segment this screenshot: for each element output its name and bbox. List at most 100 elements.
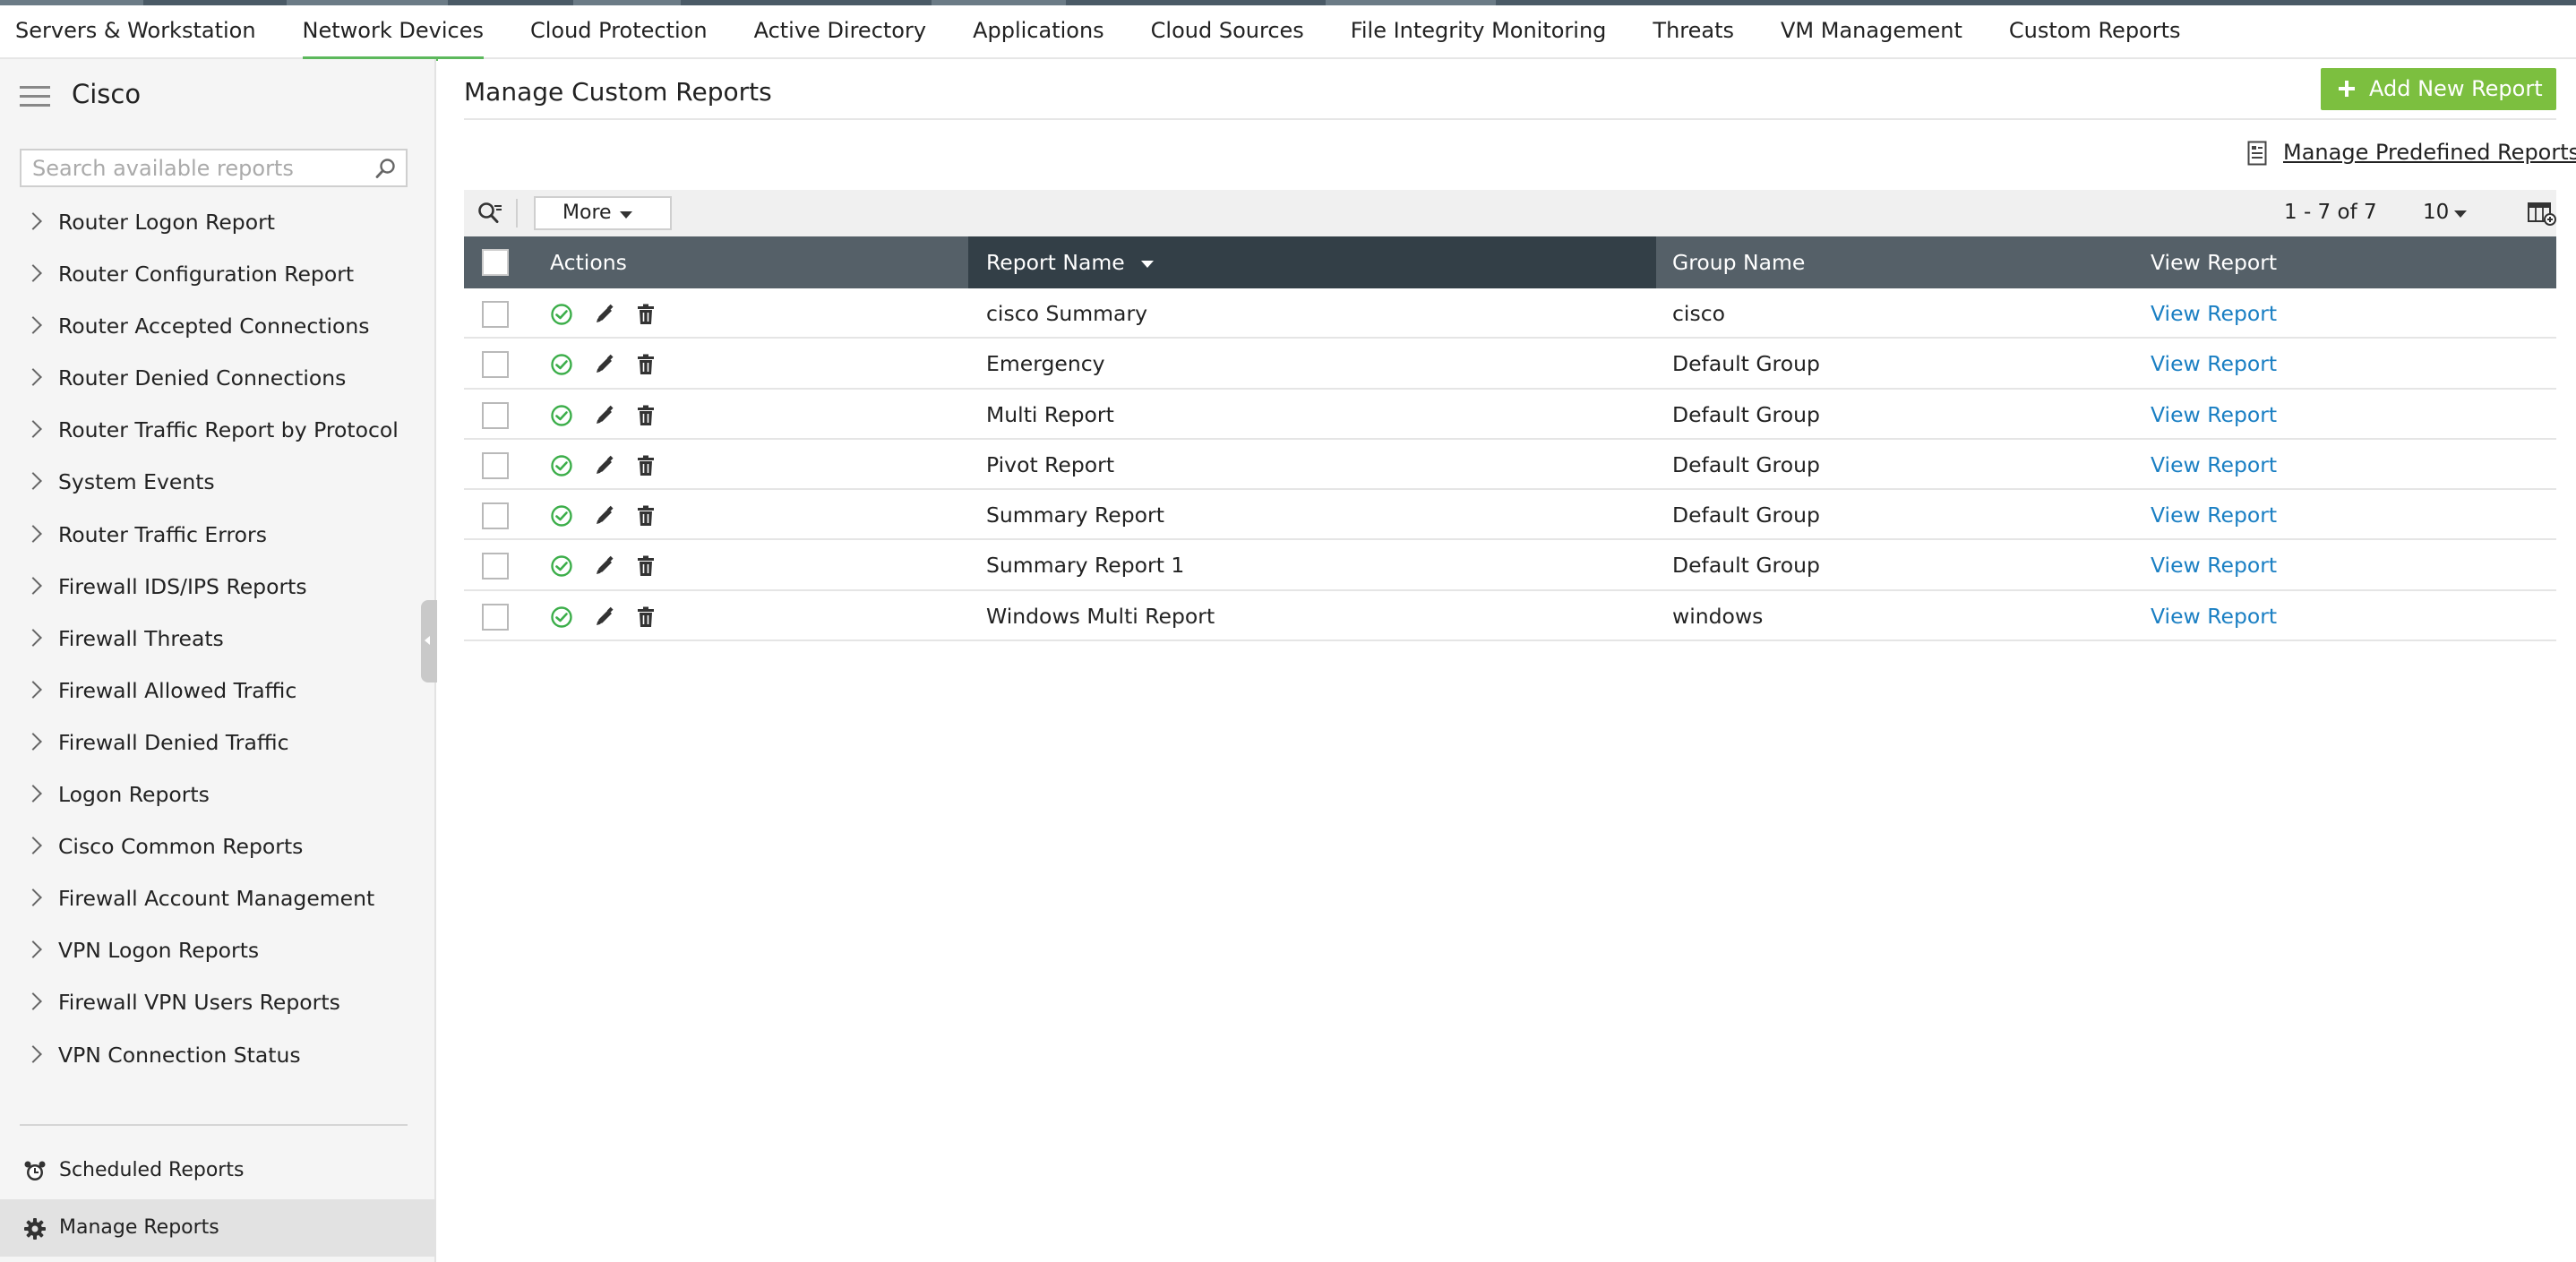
sidebar-item-label: Router Accepted Connections [58,313,370,339]
sidebar-item-router-accepted-connections[interactable]: Router Accepted Connections [0,303,436,355]
delete-trash-icon[interactable] [634,554,657,578]
sidebar-header: Cisco [0,59,436,131]
select-all-checkbox[interactable] [482,249,509,276]
column-chooser-icon[interactable] [2528,201,2556,226]
sidebar-item-router-traffic-errors[interactable]: Router Traffic Errors [0,511,436,563]
view-report-link[interactable]: View Report [2151,288,2277,339]
report-search-input[interactable] [21,150,362,185]
actions-header-label: Actions [550,250,627,275]
row-checkbox[interactable] [482,351,509,379]
report-name-cell: Summary Report [986,502,1164,528]
delete-trash-icon[interactable] [634,303,657,326]
column-header-report-name[interactable]: Report Name [968,236,1656,288]
enabled-check-icon[interactable] [550,504,573,528]
rows-per-page-select[interactable]: 10 [2416,199,2469,228]
enabled-check-icon[interactable] [550,353,573,376]
chevron-right-icon [24,889,42,907]
edit-pencil-icon[interactable] [593,454,616,477]
sidebar-item-firewall-account-management[interactable]: Firewall Account Management [0,875,436,927]
tab-active-directory[interactable]: Active Directory [731,5,949,59]
chevron-right-icon [24,940,42,959]
add-new-report-button[interactable]: Add New Report [2321,68,2556,110]
sidebar: Cisco Router Logon Report Router Configur… [0,59,437,1262]
delete-trash-icon[interactable] [634,504,657,528]
table-row: Summary Report Default Group View Report [464,490,2556,541]
row-checkbox[interactable] [482,451,509,479]
column-header-view-report: View Report [2151,236,2509,288]
group-name-cell: windows [1672,603,1764,629]
sidebar-item-scheduled-reports[interactable]: Scheduled Reports [0,1142,436,1199]
sidebar-item-label: Cisco Common Reports [58,834,304,860]
edit-pencil-icon[interactable] [593,353,616,376]
sidebar-collapse-handle[interactable] [421,600,437,683]
row-checkbox[interactable] [482,401,509,429]
chevron-right-icon [24,1044,42,1063]
sort-descending-icon [1140,260,1154,268]
view-report-link[interactable]: View Report [2151,591,2277,641]
table-search-icon[interactable] [477,201,503,226]
enabled-check-icon[interactable] [550,605,573,629]
tab-network-devices[interactable]: Network Devices [279,5,507,61]
sidebar-item-logon-reports[interactable]: Logon Reports [0,771,436,823]
tab-cloud-sources[interactable]: Cloud Sources [1128,5,1327,59]
enabled-check-icon[interactable] [550,404,573,427]
edit-pencil-icon[interactable] [593,504,616,528]
view-report-link[interactable]: View Report [2151,490,2277,540]
column-header-group-name[interactable]: Group Name [1672,236,2120,288]
row-checkbox[interactable] [482,301,509,328]
view-report-link[interactable]: View Report [2151,440,2277,490]
table-toolbar: More 1 - 7 of 7 10 [464,190,2556,236]
sidebar-item-router-configuration-report[interactable]: Router Configuration Report [0,251,436,303]
sidebar-item-router-logon-report[interactable]: Router Logon Report [0,199,436,251]
view-report-link[interactable]: View Report [2151,339,2277,389]
sidebar-report-list: Router Logon Report Router Configuration … [0,199,436,1084]
table-row: Summary Report 1 Default Group View Report [464,540,2556,591]
view-report-link[interactable]: View Report [2151,390,2277,440]
sidebar-item-manage-reports[interactable]: Manage Reports [0,1199,436,1257]
sidebar-item-label: Firewall Threats [58,625,224,651]
tab-vm-management[interactable]: VM Management [1757,5,1986,59]
table-body: cisco Summary cisco View Report Emergency De… [464,288,2556,642]
sidebar-item-vpn-connection-status[interactable]: VPN Connection Status [0,1032,436,1084]
row-checkbox[interactable] [482,553,509,580]
sidebar-item-router-denied-connections[interactable]: Router Denied Connections [0,355,436,407]
enabled-check-icon[interactable] [550,454,573,477]
row-checkbox[interactable] [482,502,509,530]
sidebar-item-firewall-threats[interactable]: Firewall Threats [0,615,436,667]
row-checkbox[interactable] [482,603,509,631]
delete-trash-icon[interactable] [634,605,657,629]
sidebar-item-label: Firewall Account Management [58,886,375,912]
sidebar-item-router-traffic-report-by-protocol[interactable]: Router Traffic Report by Protocol [0,407,436,459]
tab-file-integrity-monitoring[interactable]: File Integrity Monitoring [1327,5,1630,59]
tab-threats[interactable]: Threats [1629,5,1757,59]
sidebar-item-firewall-vpn-users-reports[interactable]: Firewall VPN Users Reports [0,979,436,1031]
sidebar-item-vpn-logon-reports[interactable]: VPN Logon Reports [0,927,436,979]
more-dropdown-button[interactable]: More [534,196,672,230]
tab-custom-reports[interactable]: Custom Reports [1986,5,2204,59]
edit-pencil-icon[interactable] [593,554,616,578]
sidebar-item-label: Firewall VPN Users Reports [58,990,340,1016]
tab-servers-workstation[interactable]: Servers & Workstation [0,5,279,59]
edit-pencil-icon[interactable] [593,605,616,629]
sidebar-item-cisco-common-reports[interactable]: Cisco Common Reports [0,823,436,875]
edit-pencil-icon[interactable] [593,303,616,326]
manage-predefined-reports-label: Manage Predefined Reports [2283,140,2576,165]
delete-trash-icon[interactable] [634,454,657,477]
enabled-check-icon[interactable] [550,303,573,326]
delete-trash-icon[interactable] [634,353,657,376]
delete-trash-icon[interactable] [634,404,657,427]
sidebar-item-system-events[interactable]: System Events [0,459,436,511]
enabled-check-icon[interactable] [550,554,573,578]
tab-cloud-protection[interactable]: Cloud Protection [507,5,731,59]
sidebar-item-firewall-ids-ips-reports[interactable]: Firewall IDS/IPS Reports [0,563,436,615]
sidebar-item-firewall-allowed-traffic[interactable]: Firewall Allowed Traffic [0,667,436,719]
tab-applications[interactable]: Applications [949,5,1128,59]
hamburger-menu-icon[interactable] [20,86,50,107]
chevron-right-icon [24,524,42,543]
sidebar-item-firewall-denied-traffic[interactable]: Firewall Denied Traffic [0,719,436,771]
view-report-link[interactable]: View Report [2151,540,2277,590]
edit-pencil-icon[interactable] [593,404,616,427]
search-icon[interactable] [375,158,397,179]
report-search [20,149,408,187]
chevron-right-icon [24,472,42,491]
